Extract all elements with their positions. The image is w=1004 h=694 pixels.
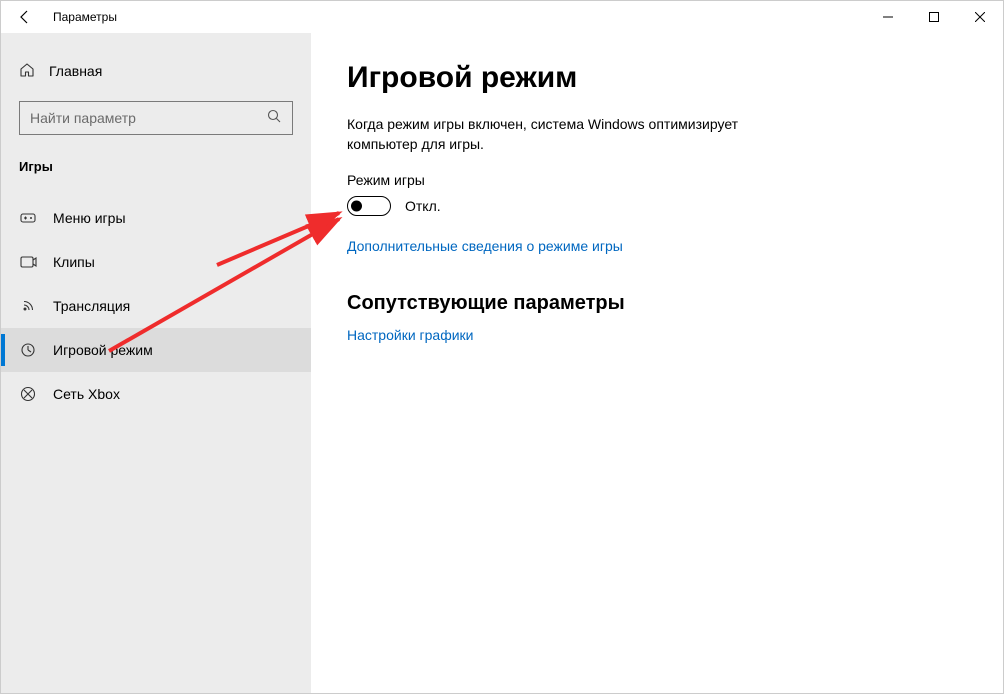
search-box[interactable] — [19, 101, 293, 135]
back-button[interactable] — [1, 1, 49, 33]
sidebar-section-label: Игры — [1, 153, 311, 188]
window-body: Главная Игры Меню игры — [1, 33, 1003, 693]
sidebar-nav: Меню игры Клипы Трансляция — [1, 188, 311, 416]
toggle-knob — [351, 201, 362, 212]
sidebar-item-game-mode[interactable]: Игровой режим — [1, 328, 311, 372]
graphics-settings-link[interactable]: Настройки графики — [347, 327, 474, 343]
game-mode-toggle[interactable] — [347, 196, 391, 216]
xbox-icon — [19, 385, 37, 403]
game-mode-toggle-row: Откл. — [347, 196, 963, 216]
search-input[interactable] — [30, 110, 266, 126]
page-description: Когда режим игры включен, система Window… — [347, 115, 807, 154]
sidebar-item-broadcasting[interactable]: Трансляция — [1, 284, 311, 328]
broadcast-icon — [19, 297, 37, 315]
sidebar-item-xbox-networking[interactable]: Сеть Xbox — [1, 372, 311, 416]
toggle-state-label: Откл. — [405, 198, 441, 214]
more-info-link[interactable]: Дополнительные сведения о режиме игры — [347, 238, 623, 254]
sidebar-item-label: Игровой режим — [53, 342, 153, 358]
sidebar-item-label: Трансляция — [53, 298, 130, 314]
sidebar-item-captures[interactable]: Клипы — [1, 240, 311, 284]
sidebar-item-game-bar[interactable]: Меню игры — [1, 196, 311, 240]
sidebar-item-label: Клипы — [53, 254, 95, 270]
home-icon — [19, 62, 35, 81]
titlebar: Параметры — [1, 1, 1003, 33]
close-button[interactable] — [957, 1, 1003, 33]
sidebar-home-label: Главная — [49, 63, 102, 79]
page-title: Игровой режим — [347, 61, 963, 95]
sidebar: Главная Игры Меню игры — [1, 33, 311, 693]
gamebar-icon — [19, 209, 37, 227]
captures-icon — [19, 253, 37, 271]
gamemode-icon — [19, 341, 37, 359]
search-icon — [266, 108, 282, 129]
related-heading: Сопутствующие параметры — [347, 292, 963, 315]
toggle-caption: Режим игры — [347, 172, 963, 188]
settings-window: Параметры Главная Иг — [0, 0, 1004, 694]
window-title: Параметры — [49, 10, 117, 24]
maximize-button[interactable] — [911, 1, 957, 33]
sidebar-item-label: Сеть Xbox — [53, 386, 120, 402]
sidebar-home[interactable]: Главная — [1, 51, 311, 91]
main-content: Игровой режим Когда режим игры включен, … — [311, 33, 1003, 693]
sidebar-item-label: Меню игры — [53, 210, 126, 226]
minimize-button[interactable] — [865, 1, 911, 33]
